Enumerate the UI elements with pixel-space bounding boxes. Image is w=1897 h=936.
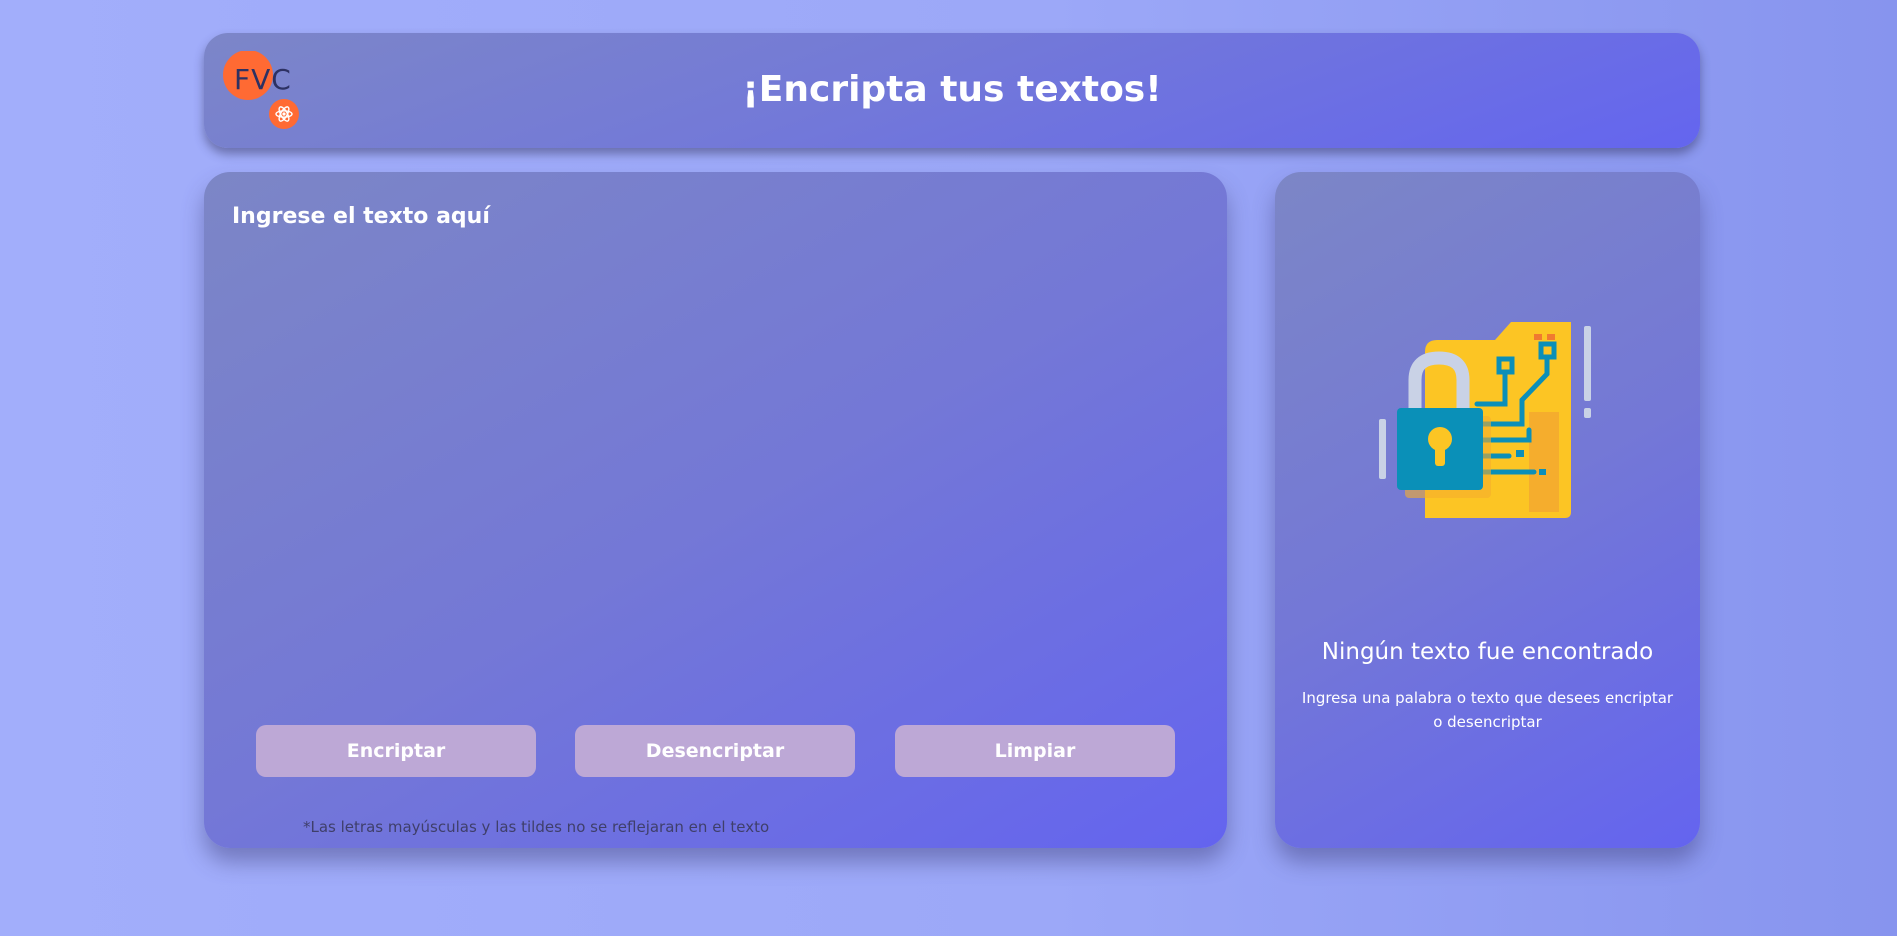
output-panel: Ningún texto fue encontrado Ingresa una … [1275,172,1700,848]
app-header: FVC ¡Encripta tus textos! [204,33,1700,148]
clear-button[interactable]: Limpiar [895,725,1175,777]
case-accent-note: *Las letras mayúsculas y las tildes no s… [303,818,770,836]
encrypt-button[interactable]: Encriptar [256,725,536,777]
text-input[interactable] [230,202,1194,686]
empty-state-title: Ningún texto fue encontrado [1321,639,1654,665]
empty-state-description: Ingresa una palabra o texto que desees e… [1301,689,1674,731]
page-title: ¡Encripta tus textos! [742,69,1162,110]
decrypt-button[interactable]: Desencriptar [575,725,855,777]
padlock-circuit-folder-icon [1379,322,1591,518]
input-panel: Encriptar Desencriptar Limpiar *Las letr… [204,172,1227,848]
